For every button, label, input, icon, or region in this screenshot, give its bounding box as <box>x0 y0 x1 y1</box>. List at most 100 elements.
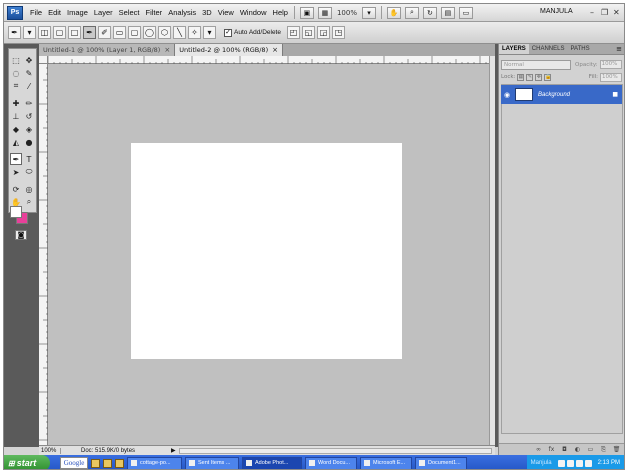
ruler-origin[interactable] <box>39 56 48 64</box>
menu-help[interactable]: Help <box>270 8 291 17</box>
volume-icon[interactable] <box>584 459 592 467</box>
pen-icon[interactable]: ✒ <box>83 26 96 39</box>
tab-paths[interactable]: PATHS <box>567 44 592 54</box>
document-canvas[interactable] <box>131 143 402 359</box>
panel-menu-icon[interactable]: ≡ <box>614 44 624 54</box>
google-toolbar[interactable]: Google <box>60 457 88 469</box>
freeform-pen-icon[interactable]: ✐ <box>98 26 111 39</box>
menu-file[interactable]: File <box>27 8 45 17</box>
screen-mode-icon[interactable]: ▭ <box>458 6 473 19</box>
launch-bridge-icon[interactable]: ▣ <box>299 6 314 19</box>
fill-pixels-icon[interactable]: □ <box>68 26 81 39</box>
workspace-switcher[interactable]: MANJULA <box>540 8 573 15</box>
shape-layers-icon[interactable]: ◫ <box>38 26 51 39</box>
menu-analysis[interactable]: Analysis <box>165 8 199 17</box>
start-button[interactable]: ⊞ start <box>4 455 50 469</box>
tray-icon[interactable] <box>566 459 574 467</box>
menu-window[interactable]: Window <box>237 8 270 17</box>
quicklaunch-icon[interactable] <box>91 458 100 468</box>
zoom-dropdown-icon[interactable]: ▾ <box>361 6 376 19</box>
task-cottage[interactable]: cottage-po... <box>127 456 182 469</box>
task-photoshop[interactable]: Adobe Phot... <box>242 456 302 469</box>
lasso-tool-icon[interactable]: ◌ <box>10 67 22 79</box>
tab-layers[interactable]: LAYERS <box>499 44 529 54</box>
auto-add-delete-checkbox[interactable]: ✓ Auto Add/Delete <box>224 28 281 37</box>
new-layer-icon[interactable]: ⎘ <box>599 446 608 454</box>
line-icon[interactable]: ╲ <box>173 26 186 39</box>
view-extras-icon[interactable]: ▦ <box>317 6 332 19</box>
menu-filter[interactable]: Filter <box>143 8 166 17</box>
lock-image-icon[interactable]: ✎ <box>526 73 534 81</box>
opacity-field[interactable]: 100% <box>599 60 622 69</box>
quick-mask-icon[interactable]: ◙ <box>15 230 27 240</box>
tab-untitled-1[interactable]: Untitled-1 @ 100% (Layer 1, RGB/8) × <box>39 44 176 56</box>
delete-layer-icon[interactable]: 🗑 <box>612 446 621 453</box>
quicklaunch-icon[interactable] <box>103 458 112 468</box>
checkbox-checked-icon[interactable]: ✓ <box>224 28 232 37</box>
type-tool-icon[interactable]: T <box>23 153 35 165</box>
layer-row-background[interactable]: ◉ Background ■ <box>501 85 622 104</box>
lock-transparent-icon[interactable]: ▦ <box>517 73 525 81</box>
new-group-icon[interactable]: ▭ <box>586 446 595 453</box>
lock-position-icon[interactable]: ✥ <box>535 73 543 81</box>
exclude-path-area-icon[interactable]: ◳ <box>331 26 345 39</box>
menu-3d[interactable]: 3D <box>199 8 215 17</box>
foreground-color-swatch[interactable] <box>10 206 22 218</box>
horizontal-scrollbar[interactable] <box>179 447 492 454</box>
paint-bucket-tool-icon[interactable]: ◈ <box>23 123 35 135</box>
pen-tool-preset-icon[interactable]: ✒ <box>8 26 21 39</box>
eyedropper-tool-icon[interactable]: ⁄ <box>23 80 35 92</box>
task-microsoft[interactable]: Microsoft E... <box>360 456 412 469</box>
layer-mask-icon[interactable]: ◘ <box>560 446 569 453</box>
clone-stamp-tool-icon[interactable]: ⊥ <box>10 110 22 122</box>
pen-tool-icon[interactable]: ✒ <box>10 153 22 165</box>
move-tool-icon[interactable]: ✥ <box>23 54 35 66</box>
shape-tool-icon[interactable]: ⬭ <box>23 166 35 178</box>
add-path-area-icon[interactable]: ◰ <box>286 26 300 39</box>
tab-channels[interactable]: CHANNELS <box>529 44 568 54</box>
hand-tool-icon[interactable]: ✋ <box>386 6 401 19</box>
status-zoom-field[interactable]: 100% <box>39 447 61 454</box>
menu-layer[interactable]: Layer <box>91 8 116 17</box>
quick-selection-tool-icon[interactable]: ✎ <box>23 67 35 79</box>
arrange-documents-icon[interactable]: ▤ <box>440 6 455 19</box>
paths-mode-icon[interactable]: ▢ <box>53 26 66 39</box>
rotate-view-icon[interactable]: ↻ <box>422 6 437 19</box>
status-menu-arrow-icon[interactable]: ▶ <box>171 447 179 454</box>
marquee-tool-icon[interactable]: ⬚ <box>10 54 22 66</box>
3d-orbit-tool-icon[interactable]: ◎ <box>23 183 35 195</box>
ellipse-icon[interactable]: ◯ <box>143 26 156 39</box>
healing-brush-tool-icon[interactable]: ✚ <box>10 97 22 109</box>
fill-field[interactable]: 100% <box>600 72 622 82</box>
polygon-icon[interactable]: ⬡ <box>158 26 171 39</box>
task-document1[interactable]: Document1... <box>415 456 467 469</box>
path-selection-tool-icon[interactable]: ➤ <box>10 166 22 178</box>
task-sent-items[interactable]: Sent Items ... <box>185 456 239 469</box>
crop-tool-icon[interactable]: ⌗ <box>10 80 22 92</box>
zoom-tool-icon[interactable]: ⌕ <box>23 196 35 208</box>
close-icon[interactable]: × <box>272 44 278 56</box>
lock-all-icon[interactable]: 🔒 <box>544 73 552 81</box>
intersect-path-area-icon[interactable]: ◲ <box>316 26 330 39</box>
zoom-tool-icon[interactable]: ⌕ <box>404 6 419 19</box>
blend-mode-select[interactable]: Normal <box>501 59 571 70</box>
minimize-icon[interactable]: – <box>590 8 594 17</box>
eye-icon[interactable]: ◉ <box>501 91 513 99</box>
tab-untitled-2[interactable]: Untitled-2 @ 100% (RGB/8) × <box>175 44 283 56</box>
rounded-rectangle-icon[interactable]: ▢ <box>128 26 141 39</box>
3d-rotate-tool-icon[interactable]: ⟳ <box>10 183 22 195</box>
task-word[interactable]: Word Docu... <box>305 456 357 469</box>
menu-edit[interactable]: Edit <box>45 8 64 17</box>
tray-icon[interactable] <box>557 459 565 467</box>
subtract-path-area-icon[interactable]: ◱ <box>301 26 315 39</box>
vertical-ruler[interactable] <box>39 55 48 446</box>
close-icon[interactable]: × <box>164 44 170 56</box>
adjustment-layer-icon[interactable]: ◐ <box>573 446 582 453</box>
horizontal-ruler[interactable] <box>47 56 495 64</box>
zoom-level-select[interactable]: 100% <box>337 9 357 17</box>
rectangle-icon[interactable]: ▭ <box>113 26 126 39</box>
tray-icon[interactable] <box>575 459 583 467</box>
blur-tool-icon[interactable]: ◭ <box>10 136 22 148</box>
eraser-tool-icon[interactable]: ◆ <box>10 123 22 135</box>
history-brush-tool-icon[interactable]: ↺ <box>23 110 35 122</box>
